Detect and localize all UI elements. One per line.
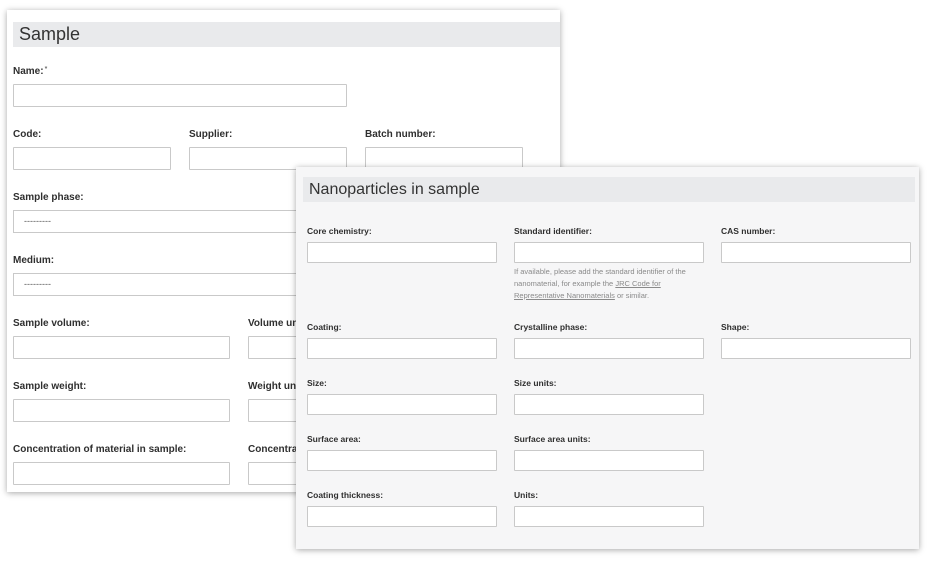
surface-area-input[interactable]	[307, 450, 497, 471]
units-label: Units:	[514, 490, 539, 500]
required-marker: *	[44, 66, 48, 73]
coating-thickness-input[interactable]	[307, 506, 497, 527]
surface-area-units-label: Surface area units:	[514, 434, 591, 444]
size-units-label: Size units:	[514, 378, 557, 388]
core-chemistry-label: Core chemistry:	[307, 226, 372, 236]
sample-section-title: Sample	[13, 22, 560, 47]
size-label: Size:	[307, 378, 327, 388]
size-units-input[interactable]	[514, 394, 704, 415]
size-input[interactable]	[307, 394, 497, 415]
sample-volume-input[interactable]	[13, 336, 230, 359]
volume-units-label: Volume un	[248, 318, 299, 329]
supplier-label: Supplier:	[189, 129, 233, 140]
shape-label: Shape:	[721, 322, 750, 332]
batch-number-label: Batch number:	[365, 129, 436, 140]
sample-weight-label: Sample weight:	[13, 381, 87, 392]
weight-units-label: Weight uni	[248, 381, 299, 392]
nanoparticles-form-card: Nanoparticles in sample Core chemistry: …	[296, 167, 919, 549]
surface-area-units-input[interactable]	[514, 450, 704, 471]
medium-label: Medium:	[13, 255, 55, 266]
concentration-label: Concentration of material in sample:	[13, 444, 187, 455]
code-label: Code:	[13, 129, 42, 140]
sample-volume-label: Sample volume:	[13, 318, 90, 329]
units-input[interactable]	[514, 506, 704, 527]
concentration-input[interactable]	[13, 462, 230, 485]
cas-number-label: CAS number:	[721, 226, 776, 236]
crystalline-phase-input[interactable]	[514, 338, 704, 359]
coating-thickness-label: Coating thickness:	[307, 490, 384, 500]
standard-identifier-input[interactable]	[514, 242, 704, 263]
code-input[interactable]	[13, 147, 171, 170]
core-chemistry-input[interactable]	[307, 242, 497, 263]
representative-nanomaterials-link[interactable]: Representative Nanomaterials	[514, 291, 615, 300]
shape-input[interactable]	[721, 338, 911, 359]
coating-label: Coating:	[307, 322, 342, 332]
sample-weight-input[interactable]	[13, 399, 230, 422]
surface-area-label: Surface area:	[307, 434, 361, 444]
standard-identifier-label: Standard identifier:	[514, 226, 592, 236]
cas-number-input[interactable]	[721, 242, 911, 263]
jrc-code-link[interactable]: JRC Code for	[615, 279, 660, 288]
crystalline-phase-label: Crystalline phase:	[514, 322, 588, 332]
name-label: Name:*	[13, 66, 48, 77]
coating-input[interactable]	[307, 338, 497, 359]
sample-phase-label: Sample phase:	[13, 192, 84, 203]
concentration-units-label: Concentrat	[248, 444, 301, 455]
standard-identifier-help: If available, please add the standard id…	[514, 267, 686, 300]
name-input[interactable]	[13, 84, 347, 107]
nanoparticles-section-title: Nanoparticles in sample	[303, 177, 915, 202]
